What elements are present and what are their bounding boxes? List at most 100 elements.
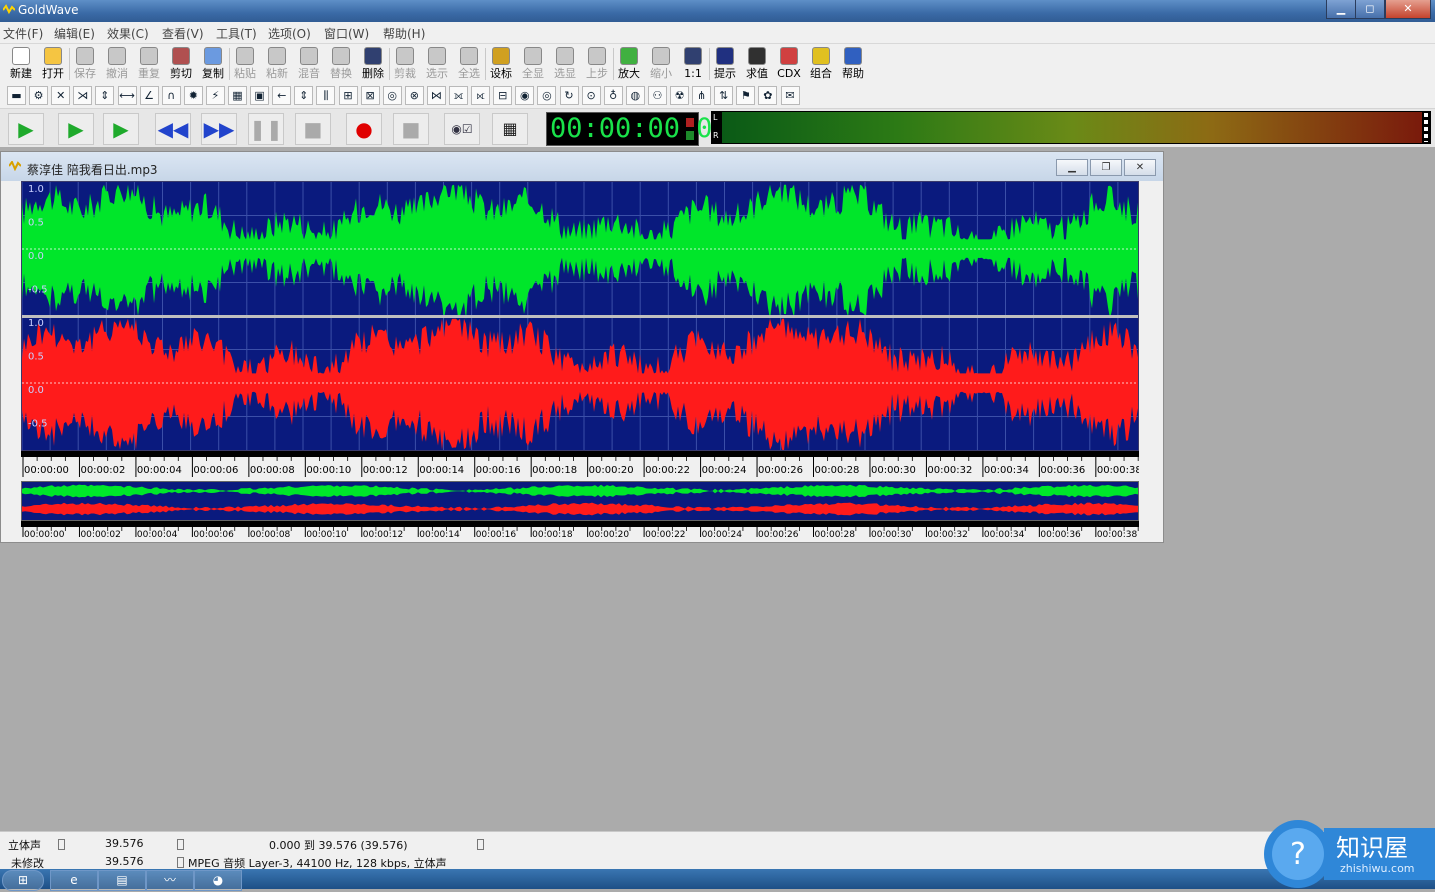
taskbar-explorer-icon[interactable]: ▤ <box>98 870 146 891</box>
control-properties-button[interactable]: ▦ <box>492 113 528 145</box>
toolbar-button[interactable]: 选显 <box>550 46 580 80</box>
toolbar-button[interactable]: 上步 <box>582 46 612 80</box>
toolbar-button[interactable]: 全选 <box>454 46 484 80</box>
effect-tool-icon[interactable]: ⊟ <box>493 86 513 105</box>
effect-tool-icon[interactable]: ⊞ <box>338 86 358 105</box>
toolbar-button[interactable]: 新建 <box>6 46 36 80</box>
effect-tool-icon[interactable]: ⇕ <box>294 86 314 105</box>
toolbar-button[interactable]: 替换 <box>326 46 356 80</box>
menu-item[interactable]: 效果(C) <box>107 25 149 42</box>
status-channels: 立体声 <box>8 839 41 852</box>
effect-tool-icon[interactable]: ↻ <box>559 86 579 105</box>
effect-tool-icon[interactable]: ⟷ <box>117 86 137 105</box>
effect-tool-icon[interactable]: ⚙ <box>29 86 49 105</box>
menu-item[interactable]: 编辑(E) <box>54 25 95 42</box>
toolbar-button[interactable]: 删除 <box>358 46 388 80</box>
close-button[interactable]: ✕ <box>1385 0 1431 19</box>
effect-tool-icon[interactable]: ✕ <box>51 86 71 105</box>
toolbar-button[interactable]: 全显 <box>518 46 548 80</box>
toolbar-button[interactable]: 撤消 <box>102 46 132 80</box>
toolbar-button[interactable]: 保存 <box>70 46 100 80</box>
rewind-button[interactable]: ◀◀ <box>155 113 191 145</box>
effect-tool-icon[interactable]: ♁ <box>603 86 623 105</box>
toolbar-button[interactable]: 设标 <box>486 46 516 80</box>
play-selection-button[interactable]: ▶ <box>58 113 94 145</box>
menu-item[interactable]: 选项(O) <box>268 25 311 42</box>
toolbar-button[interactable]: 求值 <box>742 46 772 80</box>
record-mode-toggle[interactable]: ◉☑ <box>444 113 480 145</box>
document-title-bar[interactable]: 蔡淳佳 陪我看日出.mp3 ▁ ❐ ✕ <box>1 152 1163 181</box>
fast-forward-button[interactable]: ▶▶ <box>201 113 237 145</box>
toolbar-button[interactable]: 组合 <box>806 46 836 80</box>
toolbar-button[interactable]: 放大 <box>614 46 644 80</box>
effect-tool-icon[interactable]: ◉ <box>515 86 535 105</box>
toolbar-button[interactable]: 提示 <box>710 46 740 80</box>
menu-item[interactable]: 文件(F) <box>3 25 43 42</box>
effect-tool-icon[interactable]: ∩ <box>161 86 181 105</box>
effect-tool-icon[interactable]: ← <box>272 86 292 105</box>
effect-tool-icon[interactable]: ▦ <box>228 86 247 105</box>
minimize-button[interactable]: ▁ <box>1326 0 1356 19</box>
effect-tool-icon[interactable]: ◍ <box>625 86 645 105</box>
effect-tool-icon[interactable]: ⊠ <box>360 86 380 105</box>
start-button[interactable]: ⊞ <box>2 870 44 891</box>
effect-tool-icon[interactable]: ✿ <box>758 86 778 105</box>
effect-tool-icon[interactable]: ✹ <box>183 86 203 105</box>
toolbar-button[interactable]: 缩小 <box>646 46 676 80</box>
taskbar-ie-icon[interactable]: e <box>50 870 98 891</box>
effect-tool-icon[interactable]: ⋔ <box>692 86 712 105</box>
waveform-view[interactable]: 1.0 0.5 0.0 -0.5 1.0 0.5 0.0 -0.5 <box>21 181 1139 451</box>
play-button[interactable]: ▶ <box>8 113 44 145</box>
toolbar-button[interactable]: 打开 <box>38 46 68 80</box>
effect-tool-icon[interactable]: ⊗ <box>404 86 424 105</box>
toolbar-button[interactable]: 剪切 <box>166 46 196 80</box>
effect-tool-icon[interactable]: ⊙ <box>581 86 601 105</box>
effect-tool-icon[interactable]: ◎ <box>537 86 557 105</box>
record-stop-button[interactable]: ■ <box>393 113 429 145</box>
effect-tool-icon[interactable]: ⋈ <box>426 86 446 105</box>
taskbar-goldwave-icon[interactable]: 〰 <box>146 870 194 891</box>
play-from-cursor-button[interactable]: ▶ <box>103 113 139 145</box>
doc-close-button[interactable]: ✕ <box>1124 159 1156 176</box>
toolbar-button[interactable]: 粘新 <box>262 46 292 80</box>
effect-tool-icon[interactable]: ⫼ <box>316 86 336 105</box>
toolbar-button[interactable]: 粘贴 <box>230 46 260 80</box>
toolbar-button[interactable]: 复制 <box>198 46 228 80</box>
toolbar-button[interactable]: 选示 <box>422 46 452 80</box>
effect-tool-icon[interactable]: ⟖ <box>471 86 491 105</box>
toolbar-button[interactable]: 重复 <box>134 46 164 80</box>
effect-tool-icon[interactable]: ▣ <box>250 86 270 105</box>
toolbar-button[interactable]: 剪裁 <box>390 46 420 80</box>
effect-tool-icon[interactable]: ⚇ <box>647 86 667 105</box>
maximize-button[interactable]: ◻ <box>1355 0 1385 19</box>
effect-tool-icon[interactable]: ⇕ <box>95 86 115 105</box>
stop-button[interactable]: ■ <box>295 113 331 145</box>
effect-tool-icon[interactable]: ∠ <box>139 86 159 105</box>
effect-tool-icon[interactable]: ⋊ <box>73 86 93 105</box>
taskbar-qq-icon[interactable]: ◕ <box>194 870 242 891</box>
menu-item[interactable]: 工具(T) <box>216 25 257 42</box>
effect-tool-icon[interactable]: ⚑ <box>736 86 756 105</box>
toolbar-button[interactable]: 混音 <box>294 46 324 80</box>
pause-button[interactable]: ❚❚ <box>248 113 284 145</box>
effect-tool-icon[interactable]: ✉ <box>780 86 800 105</box>
effect-tool-icon[interactable]: ▬ <box>7 86 26 105</box>
record-button[interactable]: ● <box>346 113 382 145</box>
time-ruler[interactable]: 00:00:00 00:00:02 00:00:04 00:00:06 00:00:08… <box>21 451 1139 479</box>
toolbar-button[interactable]: 帮助 <box>838 46 868 80</box>
toolbar-button[interactable]: 1:1 <box>678 46 708 80</box>
menu-item[interactable]: 帮助(H) <box>383 25 425 42</box>
doc-minimize-button[interactable]: ▁ <box>1056 159 1088 176</box>
overview-waveform[interactable] <box>21 481 1139 521</box>
effect-tool-icon[interactable]: ⚡ <box>205 86 225 105</box>
doc-restore-button[interactable]: ❐ <box>1090 159 1122 176</box>
effect-tool-icon[interactable]: ⇅ <box>714 86 734 105</box>
overview-canvas[interactable] <box>22 482 1138 520</box>
effect-tool-icon[interactable]: ◎ <box>382 86 402 105</box>
menu-item[interactable]: 窗口(W) <box>324 25 369 42</box>
effect-tool-icon[interactable]: ⟗ <box>449 86 468 105</box>
waveform-canvas[interactable]: 1.0 0.5 0.0 -0.5 1.0 0.5 0.0 -0.5 <box>22 182 1138 450</box>
toolbar-button[interactable]: CDX <box>774 46 804 80</box>
menu-item[interactable]: 查看(V) <box>162 25 204 42</box>
effect-tool-icon[interactable]: ☢ <box>670 86 689 105</box>
